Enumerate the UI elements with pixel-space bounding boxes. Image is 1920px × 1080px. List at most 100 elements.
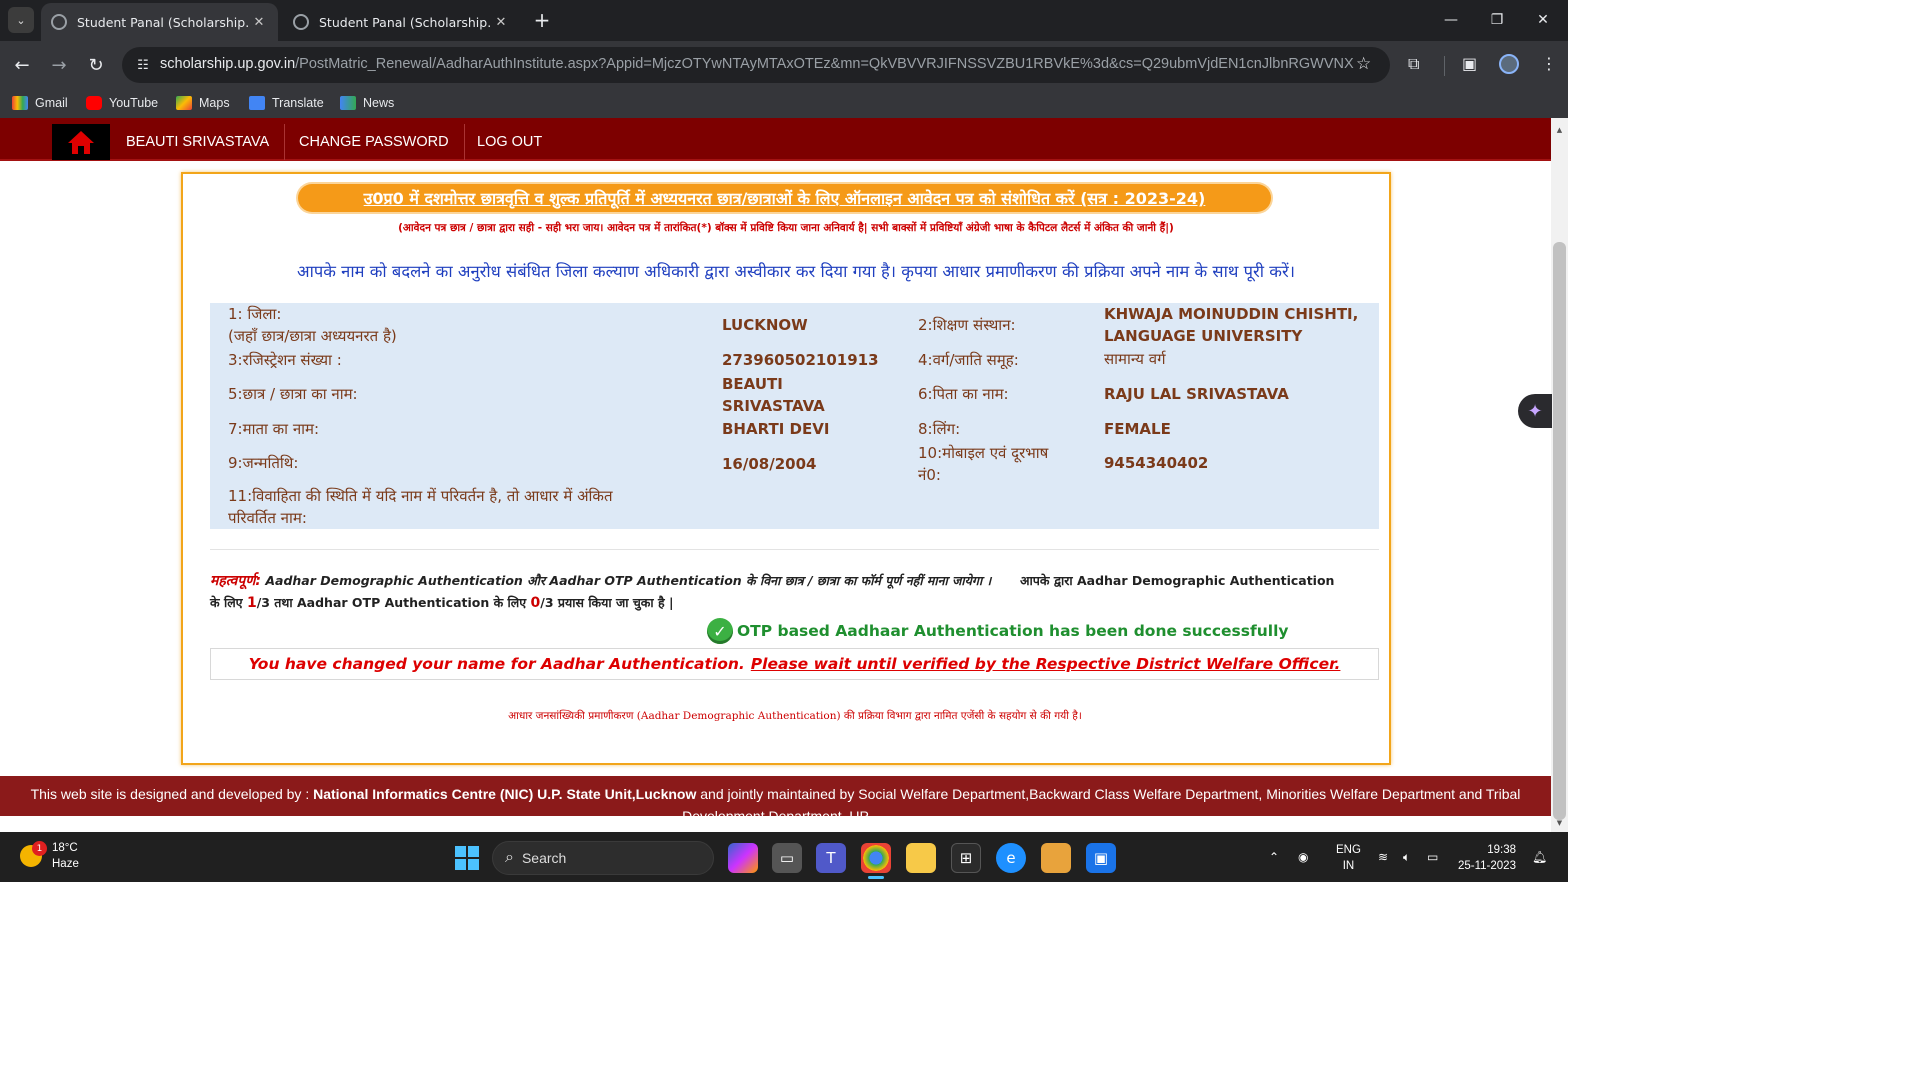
microsoft-store-icon[interactable]: ⊞ bbox=[951, 843, 981, 873]
browser-menu-icon[interactable]: ⋮ bbox=[1541, 54, 1557, 73]
windows-start-icon[interactable] bbox=[455, 846, 479, 870]
tab-search-button[interactable]: ⌄ bbox=[8, 7, 34, 33]
site-info-icon[interactable]: ☷ bbox=[133, 55, 153, 75]
side-panel-icon[interactable]: ▣ bbox=[1462, 54, 1477, 73]
time: 19:38 bbox=[1487, 844, 1516, 856]
show-hidden-icons[interactable]: ⌃ bbox=[1269, 850, 1279, 864]
bookmark-maps[interactable]: Maps bbox=[176, 94, 230, 112]
mobile-value: 9454340402 bbox=[1104, 454, 1209, 472]
important-text-2: आपके द्वारा Aadhar Demographic Authentic… bbox=[1020, 573, 1335, 588]
news-icon bbox=[340, 96, 356, 110]
registration-value: 273960502101913 bbox=[722, 351, 879, 369]
father-name-label: 6:पिता का नाम: bbox=[918, 385, 1009, 403]
gemini-sparkle-icon[interactable]: ✦ bbox=[1518, 394, 1552, 428]
search-icon: ⌕ bbox=[505, 849, 514, 866]
home-button[interactable] bbox=[52, 124, 110, 160]
registration-label: 3:रजिस्ट्रेशन संख्या : bbox=[228, 351, 342, 369]
weather-condition: Haze bbox=[52, 858, 79, 870]
demo-attempts-count: 1 bbox=[246, 595, 257, 611]
father-name-value: RAJU LAL SRIVASTAVA bbox=[1104, 385, 1289, 403]
dob-value: 16/08/2004 bbox=[722, 455, 817, 473]
typing-app-icon[interactable] bbox=[1041, 843, 1071, 873]
scroll-down-arrow-icon[interactable]: ▼ bbox=[1554, 819, 1565, 827]
form-heading: उ0प्र0 में दशमोत्तर छात्रवृत्ति व शुल्क … bbox=[298, 184, 1271, 212]
globe-icon bbox=[51, 14, 67, 30]
extensions-icon[interactable]: ⧉ bbox=[1408, 54, 1419, 74]
footer-nic: National Informatics Centre (NIC) U.P. S… bbox=[313, 786, 697, 802]
restore-button[interactable]: ❐ bbox=[1474, 0, 1520, 40]
app-icon[interactable]: ▣ bbox=[1086, 843, 1116, 873]
wifi-icon[interactable]: ≋ bbox=[1378, 850, 1388, 864]
close-tab-icon[interactable]: ✕ bbox=[250, 15, 268, 30]
weather-widget[interactable]: 1 18°C Haze bbox=[20, 840, 79, 872]
back-button[interactable]: ← bbox=[7, 50, 37, 80]
security-icon[interactable]: ◉ bbox=[1298, 850, 1308, 864]
mobile-label: 10:मोबाइल एवं दूरभाष bbox=[918, 444, 1049, 462]
bookmark-gmail[interactable]: Gmail bbox=[12, 94, 68, 112]
married-name-label: 11:विवाहिता की स्थिति में यदि नाम में पर… bbox=[228, 487, 613, 505]
gmail-icon bbox=[12, 96, 28, 110]
task-view-icon[interactable]: ▭ bbox=[772, 843, 802, 873]
notification-bell-icon[interactable]: 🔔︎ bbox=[1532, 850, 1547, 864]
otp-success-message: ✓ OTP based Aadhaar Authentication has b… bbox=[707, 618, 1289, 644]
student-name-value-line1: BEAUTI bbox=[722, 375, 783, 393]
clock[interactable]: 19:38 25-11-2023 bbox=[1458, 842, 1516, 874]
bookmark-translate[interactable]: Translate bbox=[249, 94, 324, 112]
important-label: महत्वपूर्ण: bbox=[210, 573, 261, 589]
volume-icon[interactable]: 🔈︎ bbox=[1403, 850, 1410, 865]
maps-icon bbox=[176, 96, 192, 110]
footer-suffix: and jointly maintained by Social Welfare… bbox=[700, 786, 1521, 802]
nav-logout[interactable]: LOG OUT bbox=[462, 124, 557, 160]
important-text-5: /3 प्रयास किया जा चुका है | bbox=[540, 595, 674, 610]
close-window-button[interactable]: ✕ bbox=[1520, 0, 1566, 40]
home-icon bbox=[68, 131, 94, 154]
married-name-sublabel: परिवर्तित नाम: bbox=[228, 509, 307, 527]
gender-label: 8:लिंग: bbox=[918, 420, 961, 438]
weather-sun-icon: 1 bbox=[20, 841, 47, 867]
profile-avatar[interactable] bbox=[1499, 54, 1519, 74]
globe-icon bbox=[293, 14, 309, 30]
nav-user-name[interactable]: BEAUTI SRIVASTAVA bbox=[111, 124, 286, 160]
file-explorer-icon[interactable] bbox=[906, 843, 936, 873]
dob-label: 9:जन्मतिथि: bbox=[228, 454, 299, 472]
tab-student-panal-active[interactable]: Student Panal (Scholarship.up.n ✕ bbox=[41, 3, 278, 41]
mobile-sublabel: नं0: bbox=[918, 466, 941, 484]
important-note: महत्वपूर्ण: Aadhar Demographic Authentic… bbox=[210, 570, 1380, 614]
district-label: 1: जिला: bbox=[228, 305, 282, 323]
bookmarks-bar bbox=[0, 88, 1568, 118]
mother-name-value: BHARTI DEVI bbox=[722, 420, 830, 438]
forward-button[interactable]: → bbox=[44, 50, 74, 80]
bookmark-star-icon[interactable]: ☆ bbox=[1356, 54, 1371, 74]
wait-verification-link[interactable]: Please wait until verified by the Respec… bbox=[751, 655, 1341, 673]
footer-text-line2: Development Department, UP bbox=[682, 808, 869, 816]
name-changed-text: You have changed your name for Aadhar Au… bbox=[248, 655, 745, 673]
url-text[interactable]: scholarship.up.gov.in/PostMatric_Renewal… bbox=[160, 56, 1354, 72]
reload-button[interactable]: ↻ bbox=[81, 50, 111, 80]
institution-value-line1: KHWAJA MOINUDDIN CHISHTI, bbox=[1104, 305, 1359, 323]
url-path: /PostMatric_Renewal/AadharAuthInstitute.… bbox=[295, 56, 1354, 72]
close-tab-icon[interactable]: ✕ bbox=[492, 15, 510, 30]
scroll-up-arrow-icon[interactable]: ▲ bbox=[1554, 126, 1565, 134]
chrome-active-indicator bbox=[868, 876, 884, 879]
chrome-icon[interactable] bbox=[861, 843, 891, 873]
bookmark-news[interactable]: News bbox=[340, 94, 394, 112]
instruction-note: (आवेदन पत्र छात्र / छात्रा द्वारा सही - … bbox=[398, 222, 1174, 234]
new-tab-button[interactable]: + bbox=[528, 6, 556, 34]
bookmark-youtube[interactable]: YouTube bbox=[86, 94, 158, 112]
tab-student-panal[interactable]: Student Panal (Scholarship.up.n ✕ bbox=[283, 3, 520, 41]
bookmark-label: YouTube bbox=[109, 96, 159, 110]
aadhar-demographic-note: आधार जनसांख्यिकी प्रमाणीकरण (Aadhar Demo… bbox=[508, 710, 1082, 722]
taskbar-search[interactable]: ⌕ Search bbox=[492, 841, 714, 875]
scrollbar-thumb[interactable] bbox=[1553, 242, 1566, 820]
teams-icon[interactable]: T bbox=[816, 843, 846, 873]
copilot-icon[interactable] bbox=[728, 843, 758, 873]
translate-icon bbox=[249, 96, 265, 110]
tab-title: Student Panal (Scholarship.up.n bbox=[77, 14, 250, 30]
language-indicator[interactable]: ENG IN bbox=[1336, 842, 1361, 874]
edge-icon[interactable]: e bbox=[996, 843, 1026, 873]
minimize-button[interactable]: — bbox=[1428, 0, 1474, 40]
nav-change-password[interactable]: CHANGE PASSWORD bbox=[284, 124, 465, 160]
battery-icon[interactable]: ▭ bbox=[1427, 850, 1438, 864]
gender-value: FEMALE bbox=[1104, 420, 1171, 438]
toolbar-divider bbox=[1444, 56, 1445, 76]
